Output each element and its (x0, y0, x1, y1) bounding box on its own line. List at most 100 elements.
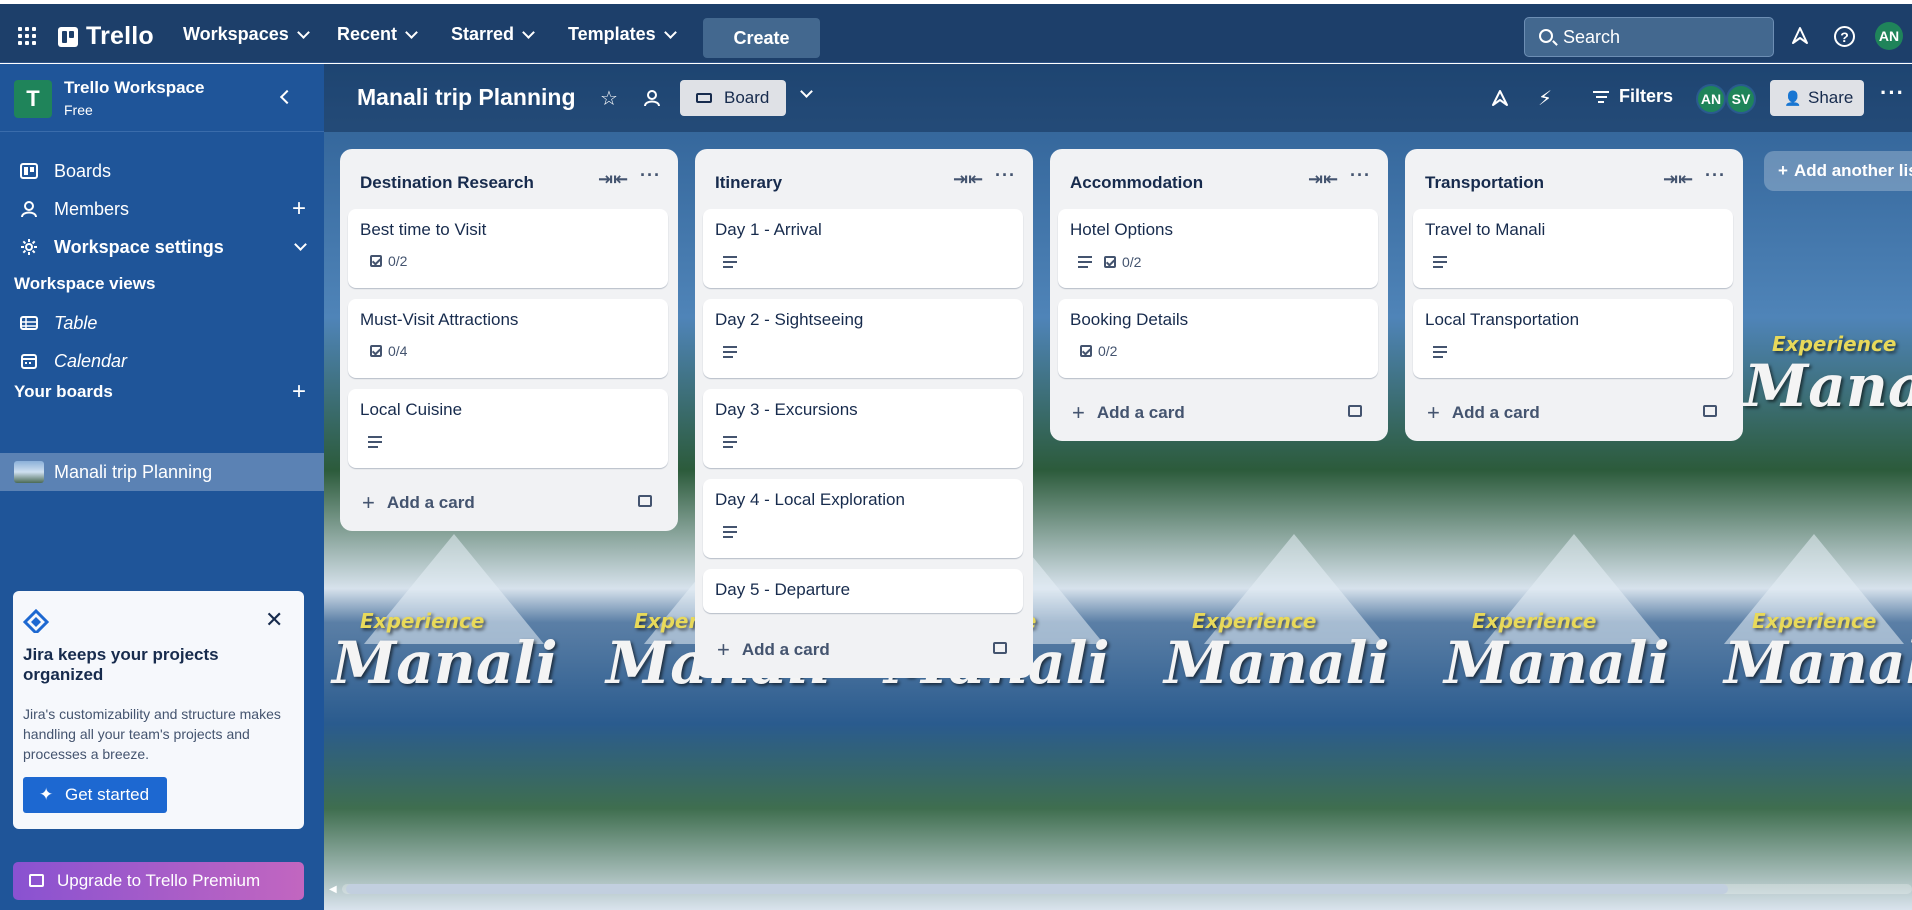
description-icon (1433, 253, 1447, 271)
list-title[interactable]: Itinerary (715, 173, 782, 193)
power-ups-icon[interactable] (1490, 88, 1510, 108)
trello-logo[interactable]: Trello (58, 22, 154, 51)
workspace-header: T Trello Workspace Free (0, 64, 324, 132)
get-started-button[interactable]: ✦ Get started (23, 777, 167, 813)
sidebar-item-boards[interactable]: Boards (0, 152, 324, 190)
search-input[interactable]: Search (1524, 17, 1774, 57)
workspace-name[interactable]: Trello Workspace (64, 78, 204, 98)
background-manali-text: ExperienceManali (332, 609, 558, 697)
add-card-button[interactable]: + Add a card (717, 637, 830, 663)
card-title: Day 2 - Sightseeing (715, 310, 864, 329)
card-template-icon[interactable] (1348, 405, 1362, 417)
sidebar-item-members[interactable]: Members + (0, 190, 324, 228)
sidebar-item-calendar[interactable]: Calendar (0, 342, 324, 380)
add-list-button[interactable]: + Add another list (1764, 151, 1912, 191)
card[interactable]: Booking Details 0/2 (1058, 299, 1378, 378)
add-member-icon[interactable]: + (292, 197, 306, 221)
templates-menu[interactable]: Templates (568, 24, 677, 45)
checklist-badge: 0/2 (370, 253, 407, 269)
card[interactable]: Hotel Options 0/2 (1058, 209, 1378, 288)
sidebar-item-label: Members (54, 198, 130, 219)
add-card-button[interactable]: + Add a card (1072, 400, 1185, 426)
search-icon (1539, 29, 1553, 43)
chevron-down-icon[interactable] (800, 85, 813, 98)
star-icon[interactable]: ☆ (600, 86, 618, 111)
card[interactable]: Travel to Manali (1413, 209, 1733, 288)
notifications-icon[interactable] (1788, 24, 1812, 48)
collapse-list-icon[interactable]: ⇥⇤ (598, 169, 628, 190)
list-menu-icon[interactable]: ··· (995, 165, 1016, 186)
collapse-list-icon[interactable]: ⇥⇤ (1663, 169, 1693, 190)
list-menu-icon[interactable]: ··· (1705, 165, 1726, 186)
member-avatar[interactable]: SV (1726, 84, 1756, 114)
card[interactable]: Day 1 - Arrival (703, 209, 1023, 288)
add-board-icon[interactable]: + (292, 380, 306, 404)
board-view-icon (696, 93, 712, 103)
checklist-badge: 0/2 (1104, 254, 1141, 270)
trello-logo-text: Trello (86, 22, 154, 50)
card-title: Best time to Visit (360, 220, 487, 239)
card[interactable]: Local Transportation (1413, 299, 1733, 378)
board-menu-icon[interactable]: ··· (1880, 80, 1905, 106)
card-template-icon[interactable] (993, 642, 1007, 654)
card[interactable]: Day 5 - Departure (703, 569, 1023, 613)
close-icon[interactable]: ✕ (265, 607, 283, 633)
card[interactable]: Day 3 - Excursions (703, 389, 1023, 468)
app-switcher-icon[interactable] (18, 27, 40, 49)
background-manali-text: ExperienceManali (1744, 332, 1912, 420)
share-button[interactable]: 👤 Share (1770, 80, 1864, 116)
horizontal-scrollbar[interactable]: ◀ (324, 882, 1912, 896)
member-avatar[interactable]: AN (1696, 84, 1726, 114)
plus-icon: + (717, 637, 730, 662)
sidebar-item-workspace-settings[interactable]: Workspace settings (0, 228, 324, 266)
background-manali-text: ExperienceManali (1164, 609, 1390, 697)
sidebar-board-manali-trip-planning[interactable]: Manali trip Planning (0, 453, 324, 491)
collapse-list-icon[interactable]: ⇥⇤ (1308, 169, 1338, 190)
list-title[interactable]: Accommodation (1070, 173, 1203, 193)
help-icon[interactable]: ? (1834, 26, 1855, 47)
scroll-left-icon[interactable]: ◀ (329, 884, 337, 895)
workspaces-menu-label: Workspaces (183, 24, 289, 44)
card[interactable]: Day 4 - Local Exploration (703, 479, 1023, 558)
list-title[interactable]: Transportation (1425, 173, 1544, 193)
sidebar-item-table[interactable]: Table (0, 304, 324, 342)
create-button[interactable]: Create (703, 18, 820, 58)
scrollbar-thumb[interactable] (346, 884, 1728, 894)
visibility-icon[interactable] (644, 88, 664, 108)
chevron-down-icon[interactable] (294, 238, 307, 251)
card[interactable]: Day 2 - Sightseeing (703, 299, 1023, 378)
filters-label: Filters (1619, 86, 1674, 106)
user-avatar[interactable]: AN (1875, 22, 1903, 50)
board-view-button[interactable]: Board (680, 80, 786, 116)
card[interactable]: Must-Visit Attractions 0/4 (348, 299, 668, 378)
list-menu-icon[interactable]: ··· (1350, 165, 1371, 186)
card[interactable]: Best time to Visit 0/2 (348, 209, 668, 288)
card[interactable]: Local Cuisine (348, 389, 668, 468)
add-card-button[interactable]: + Add a card (362, 490, 475, 516)
upgrade-premium-button[interactable]: Upgrade to Trello Premium (13, 862, 304, 900)
card-template-icon[interactable] (638, 495, 652, 507)
filters-button[interactable]: Filters (1593, 86, 1673, 107)
card-template-icon[interactable] (1703, 405, 1717, 417)
starred-menu[interactable]: Starred (451, 24, 535, 45)
list-title[interactable]: Destination Research (360, 173, 534, 193)
sidebar-item-label: Boards (54, 160, 112, 181)
board-title[interactable]: Manali trip Planning (357, 84, 576, 111)
description-icon (723, 343, 737, 361)
collapse-sidebar-icon[interactable] (279, 89, 295, 105)
list-menu-icon[interactable]: ··· (640, 165, 661, 186)
workspaces-menu[interactable]: Workspaces (183, 24, 310, 45)
card-badges (723, 343, 737, 361)
list-destination-research: Destination Research ⇥⇤ ··· Best time to… (340, 149, 678, 531)
recent-menu-label: Recent (337, 24, 398, 44)
list-transportation: Transportation ⇥⇤ ··· Travel to Manali L… (1405, 149, 1743, 441)
promo-title: Jira keeps your projects organized (23, 645, 219, 684)
description-icon (368, 433, 382, 451)
workspace-logo[interactable]: T (14, 80, 52, 118)
automation-icon[interactable]: ⚡ (1538, 86, 1552, 111)
recent-menu[interactable]: Recent (337, 24, 418, 45)
collapse-list-icon[interactable]: ⇥⇤ (953, 169, 983, 190)
add-card-button[interactable]: + Add a card (1427, 400, 1540, 426)
card-title: Day 5 - Departure (715, 580, 851, 599)
sparkle-icon: ✦ (39, 785, 54, 804)
